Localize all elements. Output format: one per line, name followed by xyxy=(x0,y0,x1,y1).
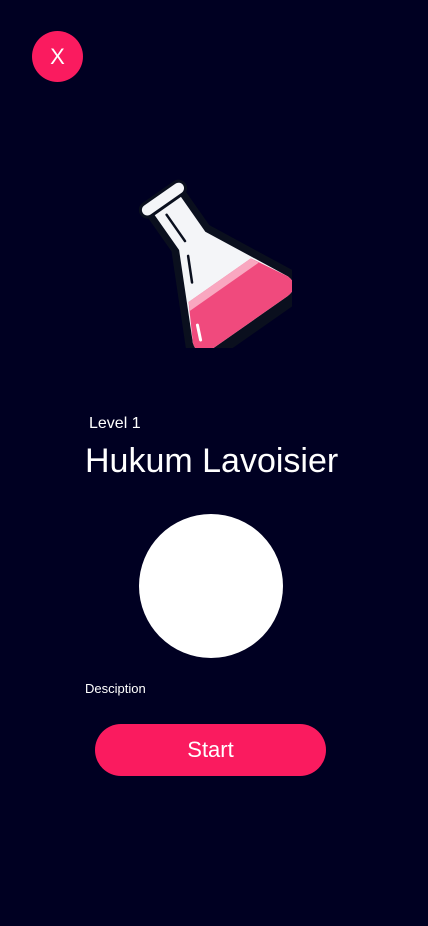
level-title: Hukum Lavoisier xyxy=(85,442,339,480)
close-button-label: X xyxy=(50,43,65,69)
start-button-label: Start xyxy=(187,737,234,762)
description-label: Desciption xyxy=(85,681,146,696)
start-button[interactable]: Start xyxy=(95,724,326,776)
close-button[interactable]: X xyxy=(32,31,83,82)
level-label: Level 1 xyxy=(89,415,141,432)
flask-icon xyxy=(136,172,306,364)
level-image-placeholder xyxy=(139,514,283,658)
